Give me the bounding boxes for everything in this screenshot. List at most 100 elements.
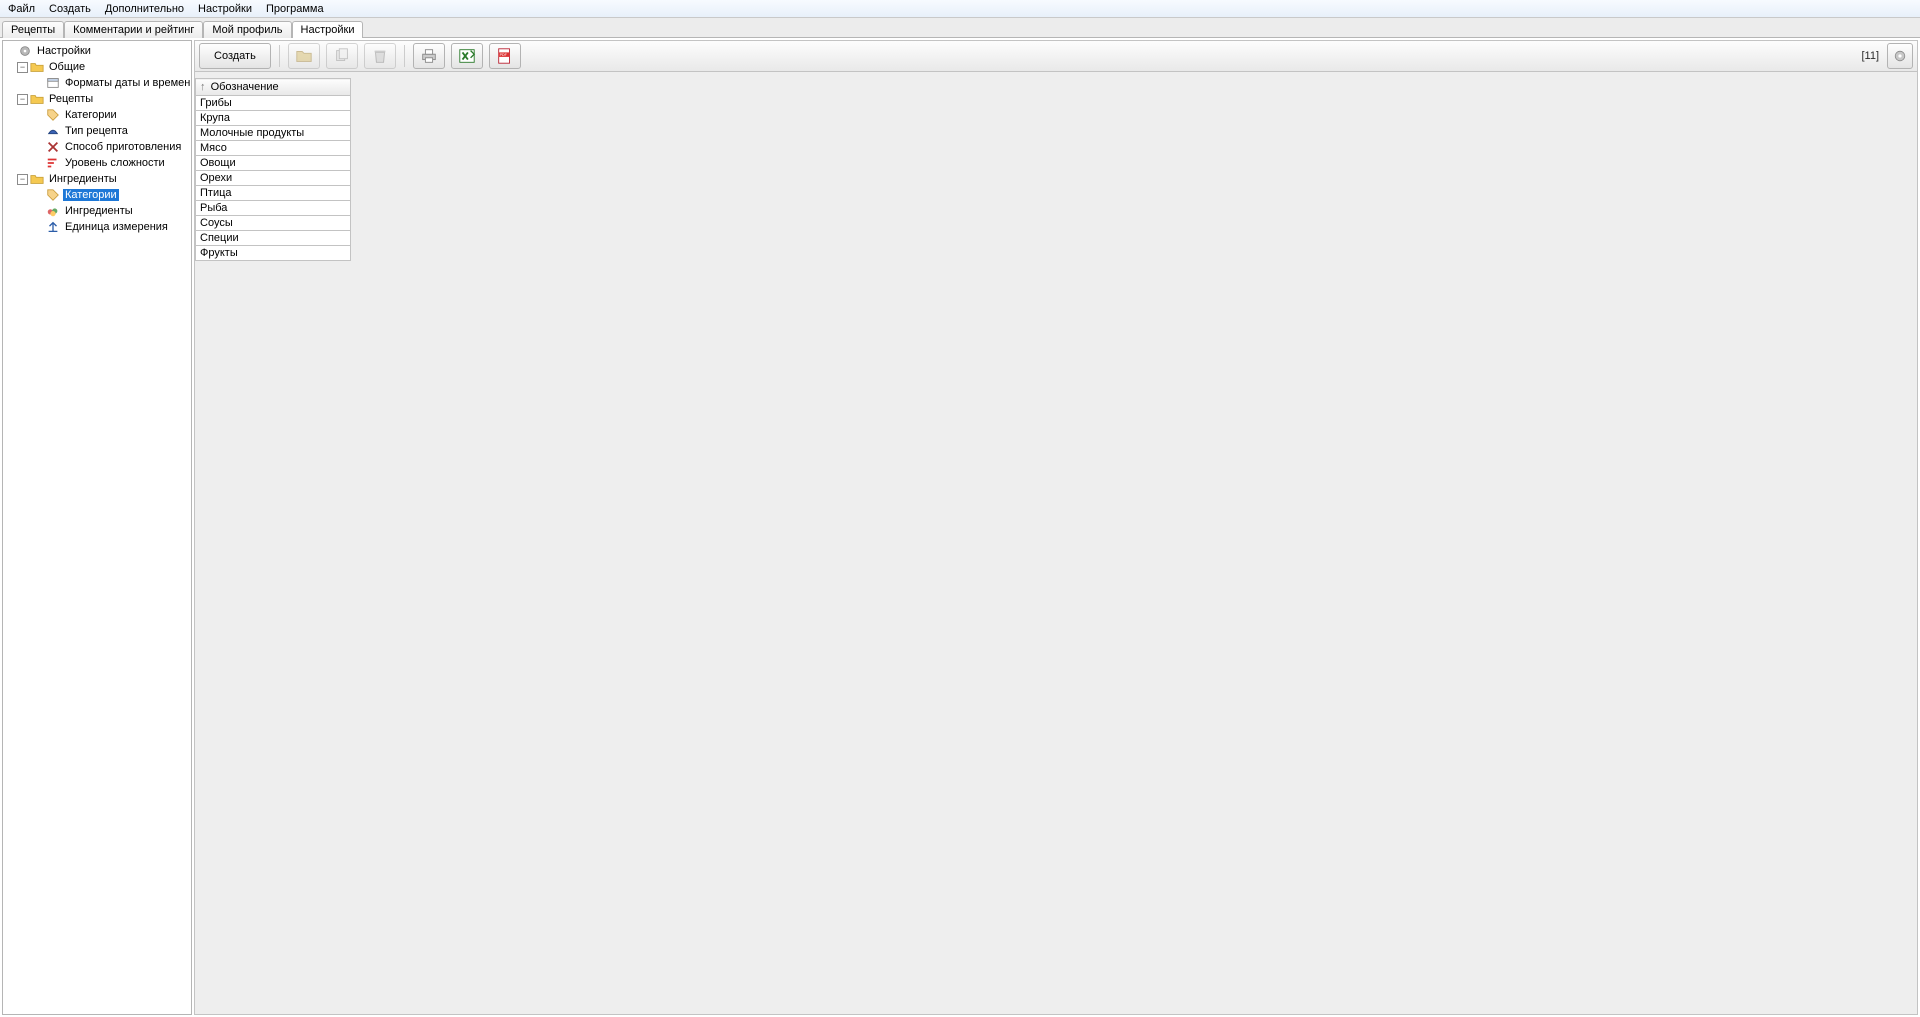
table-row[interactable]: Орехи bbox=[196, 171, 351, 186]
categories-grid[interactable]: ↑ Обозначение ГрибыКрупаМолочные продукт… bbox=[195, 78, 351, 261]
cell-name: Овощи bbox=[196, 156, 351, 171]
table-row[interactable]: Птица bbox=[196, 186, 351, 201]
tag-icon bbox=[46, 188, 60, 202]
cell-name: Грибы bbox=[196, 96, 351, 111]
gear-icon bbox=[1892, 48, 1908, 64]
tree-group-general[interactable]: − Общие bbox=[3, 59, 191, 75]
table-row[interactable]: Рыба bbox=[196, 201, 351, 216]
export-pdf-button[interactable]: PDF bbox=[489, 43, 521, 69]
record-count: [11] bbox=[1861, 50, 1879, 62]
svg-text:PDF: PDF bbox=[499, 53, 507, 57]
calendar-icon bbox=[46, 76, 60, 90]
printer-icon bbox=[420, 47, 438, 65]
folder-open-icon bbox=[295, 47, 313, 65]
spacer-icon bbox=[33, 78, 44, 89]
create-button[interactable]: Создать bbox=[199, 43, 271, 69]
tree-label: Ингредиенты bbox=[47, 173, 119, 185]
tree-item-ingredients[interactable]: Ингредиенты bbox=[3, 203, 191, 219]
cell-name: Птица bbox=[196, 186, 351, 201]
tree-label: Категории bbox=[63, 189, 119, 201]
tree-item-units[interactable]: Единица измерения bbox=[3, 219, 191, 235]
grid-area: ↑ Обозначение ГрибыКрупаМолочные продукт… bbox=[194, 72, 1918, 1015]
menu-file[interactable]: Файл bbox=[4, 2, 39, 16]
tree-label: Форматы даты и времени bbox=[63, 77, 192, 89]
spacer-icon bbox=[33, 158, 44, 169]
cell-name: Специи bbox=[196, 231, 351, 246]
tab-my-profile[interactable]: Мой профиль bbox=[203, 21, 291, 38]
grid-settings-button[interactable] bbox=[1887, 43, 1913, 69]
tree-item-difficulty[interactable]: Уровень сложности bbox=[3, 155, 191, 171]
bars-icon bbox=[46, 156, 60, 170]
table-row[interactable]: Специи bbox=[196, 231, 351, 246]
cell-name: Молочные продукты bbox=[196, 126, 351, 141]
tree-item-recipe-type[interactable]: Тип рецепта bbox=[3, 123, 191, 139]
print-button[interactable] bbox=[413, 43, 445, 69]
table-row[interactable]: Грибы bbox=[196, 96, 351, 111]
folder-icon bbox=[30, 60, 44, 74]
cell-name: Крупа bbox=[196, 111, 351, 126]
tree-root-settings[interactable]: Настройки bbox=[3, 43, 191, 59]
spacer-icon bbox=[33, 206, 44, 217]
pdf-icon: PDF bbox=[496, 47, 514, 65]
collapse-icon[interactable]: − bbox=[17, 94, 28, 105]
menu-settings[interactable]: Настройки bbox=[194, 2, 256, 16]
tree-label: Общие bbox=[47, 61, 87, 73]
tab-recipes[interactable]: Рецепты bbox=[2, 21, 64, 38]
tree-label: Ингредиенты bbox=[63, 205, 135, 217]
tree-item-date-formats[interactable]: Форматы даты и времени bbox=[3, 75, 191, 91]
toolbar-separator bbox=[404, 45, 405, 67]
tree-item-recipe-categories[interactable]: Категории bbox=[3, 107, 191, 123]
tree-label: Способ приготовления bbox=[63, 141, 183, 153]
basket-icon bbox=[46, 204, 60, 218]
settings-tree[interactable]: Настройки − Общие Форматы даты и времени… bbox=[2, 40, 192, 1015]
utensils-icon bbox=[46, 140, 60, 154]
table-row[interactable]: Овощи bbox=[196, 156, 351, 171]
tree-label: Категории bbox=[63, 109, 119, 121]
tree-label: Рецепты bbox=[47, 93, 95, 105]
spacer-icon bbox=[33, 190, 44, 201]
table-row[interactable]: Крупа bbox=[196, 111, 351, 126]
cell-name: Соусы bbox=[196, 216, 351, 231]
collapse-icon[interactable]: − bbox=[17, 174, 28, 185]
spacer-icon bbox=[33, 126, 44, 137]
menu-program[interactable]: Программа bbox=[262, 2, 328, 16]
open-button[interactable] bbox=[288, 43, 320, 69]
tree-group-recipes[interactable]: − Рецепты bbox=[3, 91, 191, 107]
menu-advanced[interactable]: Дополнительно bbox=[101, 2, 188, 16]
table-row[interactable]: Соусы bbox=[196, 216, 351, 231]
delete-button[interactable] bbox=[364, 43, 396, 69]
gear-icon bbox=[18, 44, 32, 58]
export-excel-button[interactable] bbox=[451, 43, 483, 69]
dish-icon bbox=[46, 124, 60, 138]
table-row[interactable]: Фрукты bbox=[196, 246, 351, 261]
spacer-icon bbox=[33, 222, 44, 233]
column-header-label: Обозначение bbox=[211, 81, 279, 93]
table-row[interactable]: Мясо bbox=[196, 141, 351, 156]
excel-icon bbox=[458, 47, 476, 65]
spacer-icon bbox=[33, 110, 44, 121]
sort-ascending-icon: ↑ bbox=[200, 81, 206, 93]
scale-icon bbox=[46, 220, 60, 234]
collapse-icon[interactable]: − bbox=[17, 62, 28, 73]
spacer-icon bbox=[5, 46, 16, 57]
tree-label: Тип рецепта bbox=[63, 125, 130, 137]
tag-icon bbox=[46, 108, 60, 122]
menu-create[interactable]: Создать bbox=[45, 2, 95, 16]
tree-item-ingredient-categories[interactable]: Категории bbox=[3, 187, 191, 203]
tree-label: Единица измерения bbox=[63, 221, 170, 233]
tab-comments-rating[interactable]: Комментарии и рейтинг bbox=[64, 21, 203, 38]
menu-bar: Файл Создать Дополнительно Настройки Про… bbox=[0, 0, 1920, 18]
copy-button[interactable] bbox=[326, 43, 358, 69]
folder-icon bbox=[30, 172, 44, 186]
main-panel: Создать PDF bbox=[194, 40, 1918, 1015]
toolbar-separator bbox=[279, 45, 280, 67]
folder-icon bbox=[30, 92, 44, 106]
tab-settings[interactable]: Настройки bbox=[292, 21, 364, 38]
column-header-name[interactable]: ↑ Обозначение bbox=[196, 79, 351, 96]
table-row[interactable]: Молочные продукты bbox=[196, 126, 351, 141]
tree-group-ingredients[interactable]: − Ингредиенты bbox=[3, 171, 191, 187]
cell-name: Фрукты bbox=[196, 246, 351, 261]
copy-icon bbox=[333, 47, 351, 65]
cell-name: Рыба bbox=[196, 201, 351, 216]
tree-item-cooking-method[interactable]: Способ приготовления bbox=[3, 139, 191, 155]
